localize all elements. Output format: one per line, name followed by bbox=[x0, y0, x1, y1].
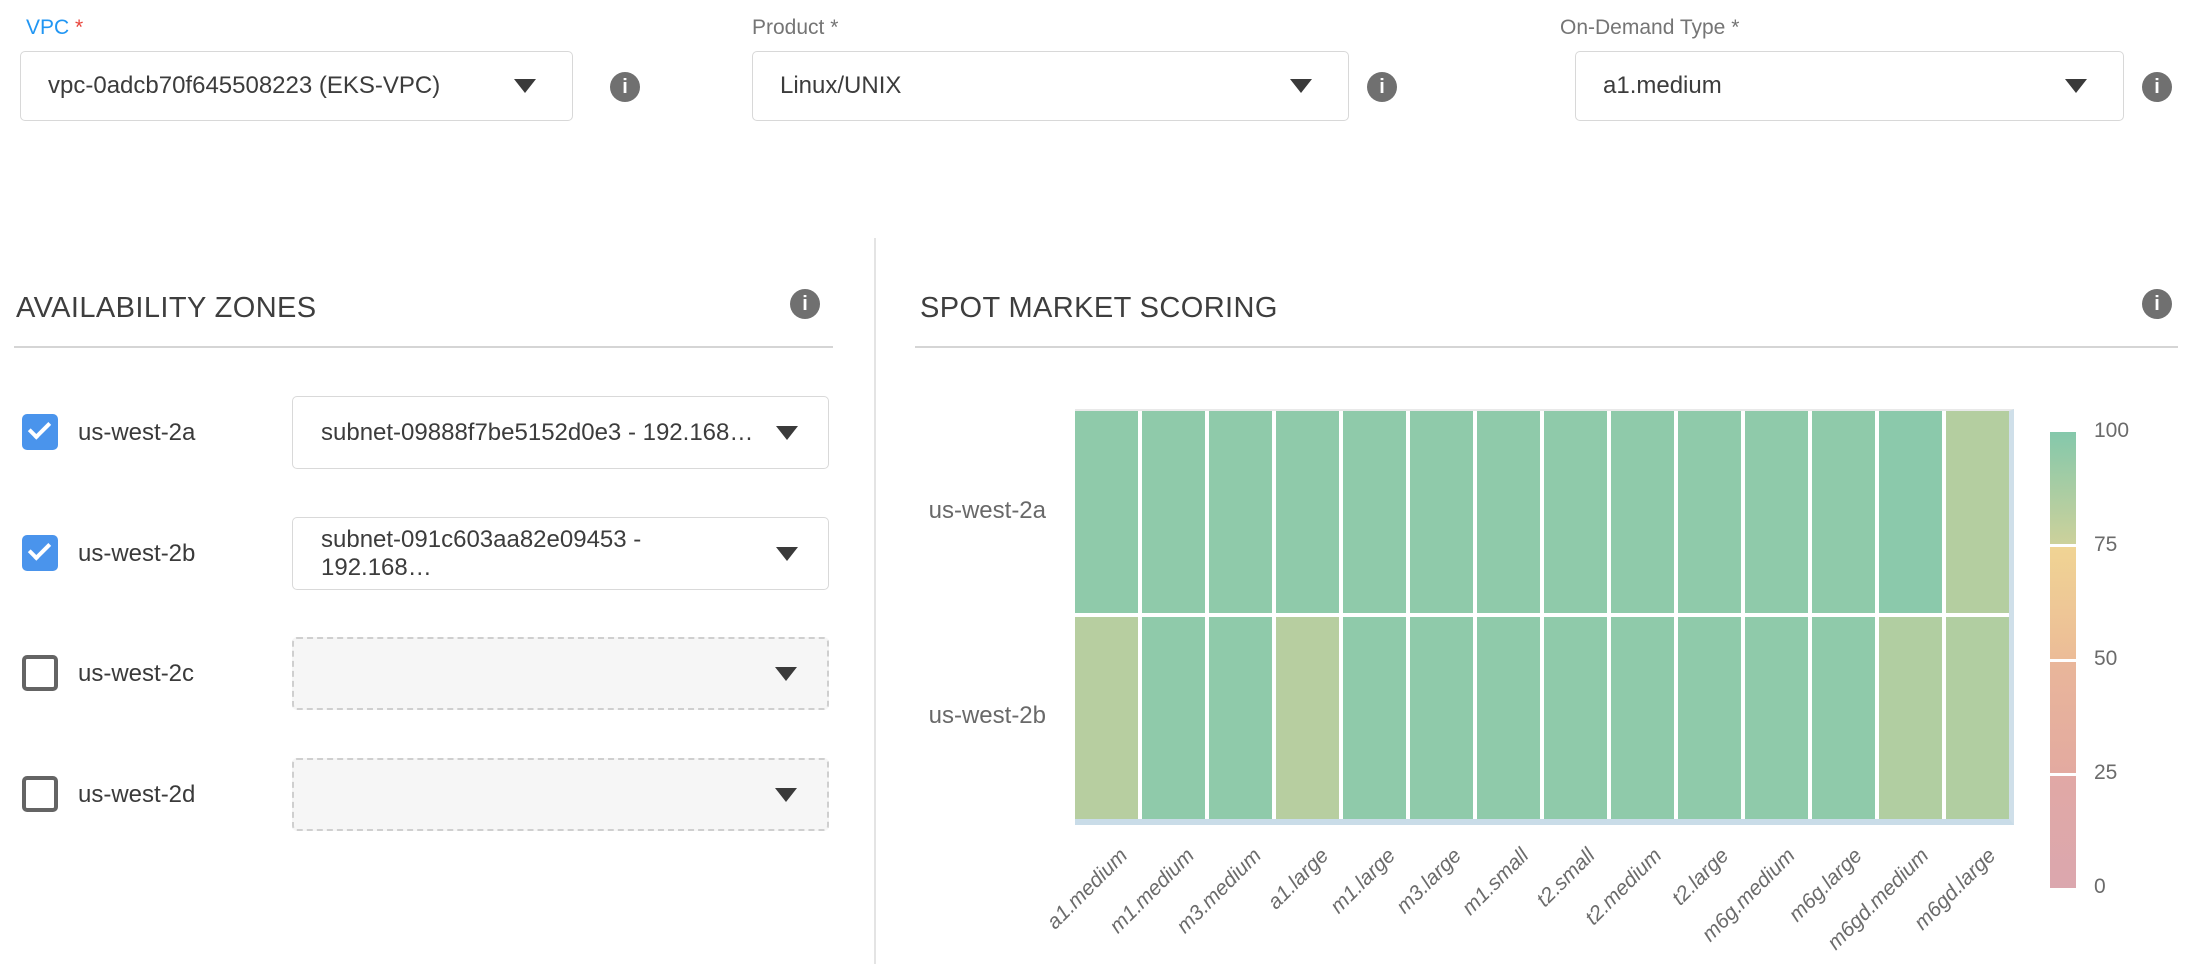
spot-market-scoring-info-icon[interactable]: i bbox=[2142, 289, 2172, 319]
az-row-us-west-2d: us-west-2d bbox=[20, 758, 832, 831]
heatmap-cell-us-west-2b-m1.medium bbox=[1142, 617, 1205, 819]
heatmap-cell-us-west-2a-m1.medium bbox=[1142, 411, 1205, 613]
heatmap-cell-us-west-2b-a1.medium bbox=[1075, 617, 1138, 819]
availability-zones-info-icon[interactable]: i bbox=[790, 289, 820, 319]
product-field-label: Product * bbox=[746, 16, 1349, 42]
heatmap-cell-us-west-2a-a1.medium bbox=[1075, 411, 1138, 613]
product-info-icon[interactable]: i bbox=[1367, 72, 1397, 102]
heatmap-cell-us-west-2b-t2.large bbox=[1678, 617, 1741, 819]
az-zone-label-us-west-2c: us-west-2c bbox=[78, 637, 194, 710]
dropdown-caret-icon bbox=[776, 547, 798, 561]
page-root: VPC * vpc-0adcb70f645508223 (EKS-VPC) i … bbox=[0, 0, 2196, 964]
on-demand-type-field-label: On-Demand Type * bbox=[1554, 16, 2124, 42]
vpc-info-icon[interactable]: i bbox=[610, 72, 640, 102]
dropdown-caret-icon bbox=[775, 667, 797, 681]
colorbar-tick-100: 100 bbox=[2094, 419, 2129, 443]
az-checkbox-us-west-2d[interactable] bbox=[22, 776, 58, 812]
on-demand-type-select-value: a1.medium bbox=[1603, 72, 1722, 100]
colorbar-tick-50: 50 bbox=[2094, 647, 2117, 671]
az-row-us-west-2c: us-west-2c bbox=[20, 637, 832, 710]
product-select-value: Linux/UNIX bbox=[780, 72, 901, 100]
product-select[interactable]: Linux/UNIX bbox=[752, 51, 1349, 121]
product-field: Product * Linux/UNIX bbox=[746, 16, 1349, 121]
subnet-select-value: subnet-09888f7be5152d0e3 - 192.168… bbox=[321, 419, 753, 447]
colorbar-tick-25: 25 bbox=[2094, 761, 2117, 785]
heatmap-col-label-t2.large: t2.large bbox=[1667, 844, 1734, 911]
az-row-us-west-2a: us-west-2a subnet-09888f7be5152d0e3 - 192… bbox=[20, 396, 832, 469]
heatmap-cell-us-west-2a-m6g.medium bbox=[1745, 411, 1808, 613]
heatmap-cell-us-west-2b-a1.large bbox=[1276, 617, 1339, 819]
heatmap-col-label-m3.large: m3.large bbox=[1392, 844, 1467, 919]
heatmap-cell-us-west-2a-t2.medium bbox=[1611, 411, 1674, 613]
colorbar-tick-75: 75 bbox=[2094, 533, 2117, 557]
heatmap-cell-us-west-2a-m1.small bbox=[1477, 411, 1540, 613]
heatmap-cell-us-west-2a-t2.large bbox=[1678, 411, 1741, 613]
vpc-select-value: vpc-0adcb70f645508223 (EKS-VPC) bbox=[48, 72, 440, 100]
colorbar-segment-3 bbox=[2050, 776, 2076, 888]
heatmap-grid bbox=[1075, 409, 2014, 825]
heatmap-col-label-t2.small: t2.small bbox=[1532, 844, 1600, 912]
colorbar-tick-0: 0 bbox=[2094, 875, 2106, 899]
heatmap-cell-us-west-2b-m6g.medium bbox=[1745, 617, 1808, 819]
on-demand-type-select[interactable]: a1.medium bbox=[1575, 51, 2124, 121]
dropdown-caret-icon bbox=[776, 426, 798, 440]
subnet-select-us-west-2a[interactable]: subnet-09888f7be5152d0e3 - 192.168… bbox=[292, 396, 829, 469]
heatmap-cell-us-west-2a-t2.small bbox=[1544, 411, 1607, 613]
heatmap-cell-us-west-2a-m3.large bbox=[1410, 411, 1473, 613]
heatmap-cell-us-west-2b-m3.medium bbox=[1209, 617, 1272, 819]
dropdown-caret-icon bbox=[1290, 79, 1312, 93]
az-zone-label-us-west-2a: us-west-2a bbox=[78, 396, 195, 469]
subnet-select-us-west-2b[interactable]: subnet-091c603aa82e09453 - 192.168… bbox=[292, 517, 829, 590]
spot-market-scoring-divider bbox=[915, 346, 2178, 348]
on-demand-type-field: On-Demand Type * a1.medium bbox=[1554, 16, 2124, 121]
on-demand-type-info-icon[interactable]: i bbox=[2142, 72, 2172, 102]
colorbar-segment-0 bbox=[2050, 432, 2076, 544]
heatmap-col-label-a1.large: a1.large bbox=[1263, 844, 1334, 915]
heatmap-col-label-m1.large: m1.large bbox=[1325, 844, 1400, 919]
heatmap-cell-us-west-2a-a1.large bbox=[1276, 411, 1339, 613]
az-checkbox-us-west-2a[interactable] bbox=[22, 414, 58, 450]
dropdown-caret-icon bbox=[2065, 79, 2087, 93]
heatmap-cell-us-west-2b-m6gd.medium bbox=[1879, 617, 1942, 819]
vertical-section-divider bbox=[874, 238, 876, 964]
colorbar-segment-1 bbox=[2050, 547, 2076, 659]
heatmap-cell-us-west-2b-t2.small bbox=[1544, 617, 1607, 819]
az-zone-label-us-west-2b: us-west-2b bbox=[78, 517, 195, 590]
heatmap-row-label-us-west-2b: us-west-2b bbox=[856, 702, 1046, 730]
heatmap-cell-us-west-2b-m6gd.large bbox=[1946, 617, 2009, 819]
heatmap-colorbar bbox=[2050, 432, 2076, 888]
heatmap-cell-us-west-2b-m6g.large bbox=[1812, 617, 1875, 819]
az-zone-label-us-west-2d: us-west-2d bbox=[78, 758, 195, 831]
subnet-select-us-west-2c[interactable] bbox=[292, 637, 829, 710]
heatmap-cell-us-west-2a-m6g.large bbox=[1812, 411, 1875, 613]
heatmap-col-label-m1.small: m1.small bbox=[1457, 844, 1533, 920]
vpc-field: VPC * vpc-0adcb70f645508223 (EKS-VPC) bbox=[20, 16, 573, 121]
subnet-select-value: subnet-091c603aa82e09453 - 192.168… bbox=[321, 526, 758, 582]
heatmap-cell-us-west-2a-m6gd.large bbox=[1946, 411, 2009, 613]
spot-market-scoring-title: SPOT MARKET SCORING bbox=[920, 292, 1278, 325]
heatmap-cell-us-west-2a-m1.large bbox=[1343, 411, 1406, 613]
availability-zones-divider bbox=[14, 346, 833, 348]
vpc-select[interactable]: vpc-0adcb70f645508223 (EKS-VPC) bbox=[20, 51, 573, 121]
heatmap-cell-us-west-2a-m6gd.medium bbox=[1879, 411, 1942, 613]
vpc-field-label: VPC * bbox=[20, 16, 573, 42]
az-row-us-west-2b: us-west-2b subnet-091c603aa82e09453 - 192… bbox=[20, 517, 832, 590]
heatmap-cell-us-west-2a-m3.medium bbox=[1209, 411, 1272, 613]
heatmap-cell-us-west-2b-m1.small bbox=[1477, 617, 1540, 819]
az-checkbox-us-west-2b[interactable] bbox=[22, 535, 58, 571]
heatmap-cell-us-west-2b-t2.medium bbox=[1611, 617, 1674, 819]
heatmap-cell-us-west-2b-m1.large bbox=[1343, 617, 1406, 819]
dropdown-caret-icon bbox=[514, 79, 536, 93]
az-checkbox-us-west-2c[interactable] bbox=[22, 655, 58, 691]
dropdown-caret-icon bbox=[775, 788, 797, 802]
heatmap-row-label-us-west-2a: us-west-2a bbox=[856, 497, 1046, 525]
subnet-select-us-west-2d[interactable] bbox=[292, 758, 829, 831]
heatmap-cell-us-west-2b-m3.large bbox=[1410, 617, 1473, 819]
availability-zones-title: AVAILABILITY ZONES bbox=[16, 292, 317, 325]
colorbar-segment-2 bbox=[2050, 662, 2076, 774]
